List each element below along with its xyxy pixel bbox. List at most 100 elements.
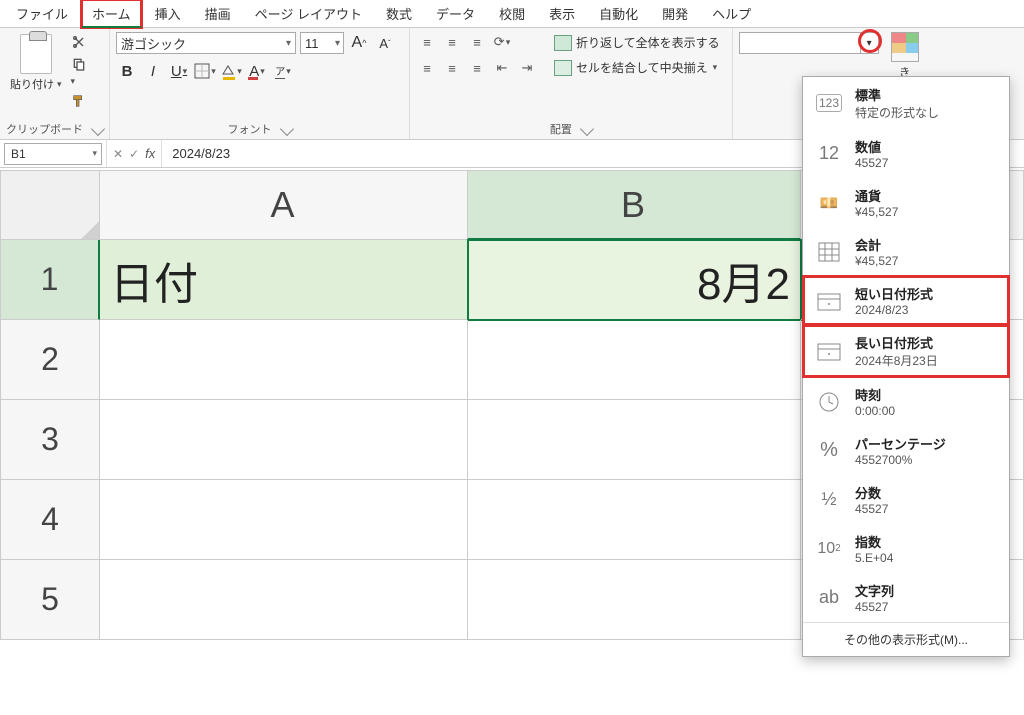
menu-home[interactable]: ホーム (82, 0, 141, 27)
cell-a1[interactable]: 日付 (100, 240, 468, 320)
cancel-formula-button[interactable]: ✕ (113, 147, 123, 161)
font-name-select[interactable]: 游ゴシック (116, 32, 296, 54)
row-header-2[interactable]: 2 (0, 320, 100, 400)
align-middle-button[interactable]: ≡ (441, 32, 463, 52)
format-percentage[interactable]: %パーセンテージ4552700% (803, 426, 1009, 475)
alignment-dialog-launcher[interactable] (580, 122, 594, 136)
conditional-formatting-icon[interactable] (891, 32, 919, 62)
increase-font-button[interactable]: A^ (348, 32, 370, 54)
menu-help[interactable]: ヘルプ (702, 0, 761, 27)
short-date-icon (813, 287, 845, 315)
format-painter-button[interactable] (70, 93, 88, 109)
fill-color-button[interactable]: ▾ (220, 60, 242, 82)
cell-a4[interactable] (100, 480, 468, 560)
format-fraction-sample: 45527 (855, 502, 888, 516)
format-currency[interactable]: 💴通貨¥45,527 (803, 178, 1009, 227)
format-time[interactable]: 時刻0:00:00 (803, 377, 1009, 426)
more-number-formats[interactable]: その他の表示形式(M)... (803, 622, 1009, 656)
cell-b3[interactable] (468, 400, 801, 480)
format-scientific[interactable]: 102指数5.E+04 (803, 524, 1009, 573)
align-bottom-button[interactable]: ≡ (466, 32, 488, 52)
format-short-date-sample: 2024/8/23 (855, 303, 933, 317)
format-percentage-title: パーセンテージ (855, 434, 946, 453)
number-format-dropdown-button[interactable]: ▾ (860, 33, 878, 53)
clipboard-dialog-launcher[interactable] (91, 122, 105, 136)
select-all-button[interactable] (0, 170, 100, 240)
cut-button[interactable] (70, 34, 88, 50)
format-long-date-sample: 2024年8月23日 (855, 352, 938, 369)
ruby-button[interactable]: ア▾ (272, 60, 294, 82)
wrap-text-icon (554, 35, 572, 51)
name-box[interactable]: B1 (4, 143, 102, 165)
cell-b1[interactable]: 8月2 (468, 240, 801, 320)
format-short-date-title: 短い日付形式 (855, 284, 933, 303)
decrease-font-button[interactable]: Aˇ (374, 32, 396, 54)
wrap-text-button[interactable]: 折り返して全体を表示する (554, 34, 720, 51)
align-top-button[interactable]: ≡ (416, 32, 438, 52)
paste-button[interactable]: 貼り付け▾ (6, 32, 66, 94)
bold-button[interactable]: B (116, 60, 138, 82)
cell-b4[interactable] (468, 480, 801, 560)
formula-value: 2024/8/23 (172, 146, 230, 161)
number-format-combo[interactable]: ▾ (739, 32, 879, 54)
menu-automate[interactable]: 自動化 (589, 0, 648, 27)
column-header-a[interactable]: A (100, 170, 468, 240)
number-icon: 12 (813, 140, 845, 168)
row-header-1[interactable]: 1 (0, 240, 100, 320)
menu-developer[interactable]: 開発 (652, 0, 698, 27)
menu-insert[interactable]: 挿入 (145, 0, 191, 27)
cell-a3[interactable] (100, 400, 468, 480)
format-text-title: 文字列 (855, 581, 894, 600)
format-number[interactable]: 12数値45527 (803, 129, 1009, 178)
menu-file[interactable]: ファイル (6, 0, 78, 27)
format-accounting-sample: ¥45,527 (855, 254, 898, 268)
row-header-4[interactable]: 4 (0, 480, 100, 560)
fraction-icon: ½ (813, 486, 845, 514)
menu-data[interactable]: データ (426, 0, 485, 27)
column-header-b[interactable]: B (468, 170, 801, 240)
align-left-button[interactable]: ≡ (416, 58, 438, 78)
align-center-button[interactable]: ≡ (441, 58, 463, 78)
orientation-button[interactable]: ⟳▾ (491, 32, 513, 52)
format-general-title: 標準 (855, 85, 939, 104)
merge-center-button[interactable]: セルを結合して中央揃え▾ (554, 59, 720, 76)
borders-button[interactable]: ▾ (194, 60, 216, 82)
menu-view[interactable]: 表示 (539, 0, 585, 27)
menu-review[interactable]: 校閲 (489, 0, 535, 27)
format-general[interactable]: 123標準特定の形式なし (803, 77, 1009, 129)
format-short-date[interactable]: 短い日付形式2024/8/23 (803, 276, 1009, 325)
font-size-select[interactable]: 11 (300, 32, 344, 54)
decrease-indent-button[interactable]: ⇤ (491, 58, 513, 78)
format-fraction[interactable]: ½分数45527 (803, 475, 1009, 524)
cell-a5[interactable] (100, 560, 468, 640)
row-header-3[interactable]: 3 (0, 400, 100, 480)
format-currency-sample: ¥45,527 (855, 205, 898, 219)
menu-formulas[interactable]: 数式 (376, 0, 422, 27)
align-right-button[interactable]: ≡ (466, 58, 488, 78)
name-box-value: B1 (11, 147, 26, 161)
format-long-date[interactable]: 長い日付形式2024年8月23日 (803, 325, 1009, 377)
menu-draw[interactable]: 描画 (195, 0, 241, 27)
font-dialog-launcher[interactable] (279, 122, 293, 136)
time-icon (813, 388, 845, 416)
increase-indent-button[interactable]: ⇥ (516, 58, 538, 78)
font-name-value: 游ゴシック (121, 34, 186, 53)
font-color-button[interactable]: A▾ (246, 60, 268, 82)
merge-icon (554, 60, 572, 76)
menu-page-layout[interactable]: ページ レイアウト (245, 0, 372, 27)
copy-button[interactable]: ▾ (70, 56, 88, 87)
format-accounting[interactable]: 会計¥45,527 (803, 227, 1009, 276)
text-icon: ab (813, 584, 845, 612)
cell-b5[interactable] (468, 560, 801, 640)
fx-icon[interactable]: fx (145, 146, 155, 161)
underline-button[interactable]: U▾ (168, 60, 190, 82)
enter-formula-button[interactable]: ✓ (129, 147, 139, 161)
format-text[interactable]: ab文字列45527 (803, 573, 1009, 622)
cell-a2[interactable] (100, 320, 468, 400)
alignment-group-label: 配置 (550, 121, 572, 137)
cell-b2[interactable] (468, 320, 801, 400)
format-time-sample: 0:00:00 (855, 404, 895, 418)
font-group-label: フォント (228, 121, 272, 137)
row-header-5[interactable]: 5 (0, 560, 100, 640)
italic-button[interactable]: I (142, 60, 164, 82)
